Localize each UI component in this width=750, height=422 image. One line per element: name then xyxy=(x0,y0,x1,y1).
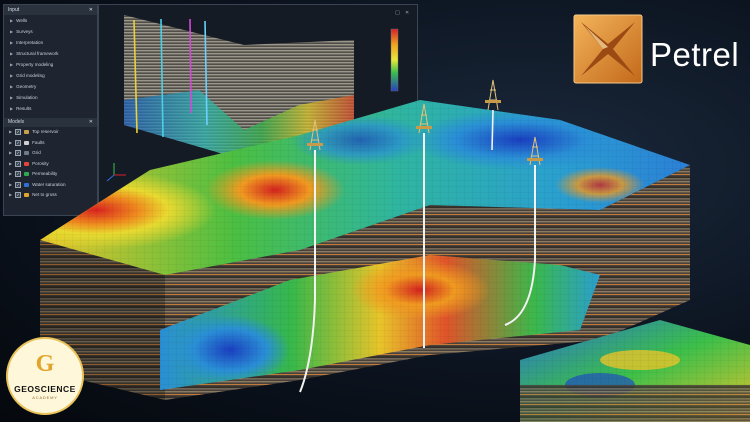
drilling-rig-icon xyxy=(485,79,501,111)
badge-name: GEOSCIENCE xyxy=(14,384,76,394)
badge-subtitle: ACADEMY xyxy=(32,395,58,400)
brand-name: Petrel xyxy=(650,36,740,73)
geoscience-badge: G GEOSCIENCE ACADEMY xyxy=(6,337,84,415)
badge-monogram: G xyxy=(35,351,55,377)
petrel-logo-icon xyxy=(573,14,643,84)
well-trajectory xyxy=(491,109,494,151)
